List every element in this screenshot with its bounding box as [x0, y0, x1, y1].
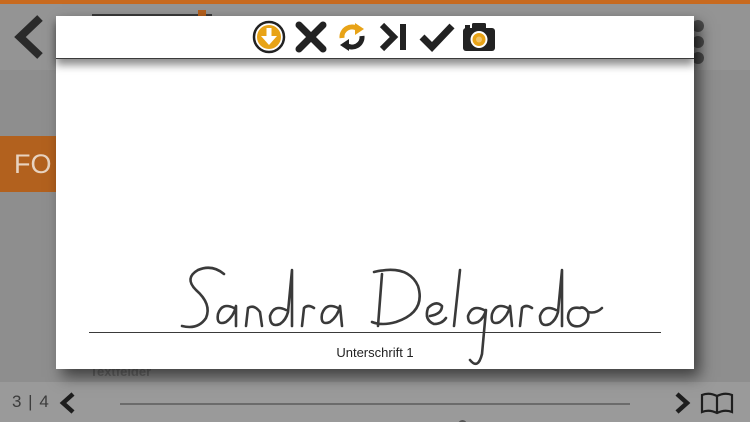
signature-toolbar	[56, 16, 694, 59]
overflow-menu-icon[interactable]	[692, 20, 706, 64]
download-icon	[252, 20, 286, 54]
checkmark-icon	[419, 23, 455, 53]
form-section-tab[interactable]: FO	[0, 136, 62, 192]
bottom-navigation-bar: 3 | 4	[0, 382, 750, 422]
book-view-button[interactable]	[700, 391, 734, 415]
skip-to-end-icon	[379, 22, 406, 52]
chevron-right-icon	[675, 392, 691, 414]
previous-page-button[interactable]	[58, 391, 78, 415]
skip-to-end-button[interactable]	[377, 20, 413, 54]
refresh-button[interactable]	[334, 20, 370, 54]
next-page-button[interactable]	[672, 391, 692, 415]
refresh-icon	[339, 23, 365, 51]
back-button[interactable]	[10, 14, 50, 60]
camera-button[interactable]	[461, 20, 497, 54]
signature-pad[interactable]: Unterschrift 1	[56, 64, 694, 369]
handwritten-signature	[180, 266, 604, 366]
chevron-left-icon	[14, 15, 43, 59]
page-slider[interactable]	[120, 403, 630, 422]
signature-line	[89, 332, 661, 333]
form-section-tab-label: FO	[14, 149, 52, 179]
chevron-left-icon	[59, 392, 75, 414]
download-button[interactable]	[251, 20, 287, 54]
clear-signature-button[interactable]	[293, 20, 329, 54]
open-book-icon	[700, 392, 734, 415]
signature-dialog: Unterschrift 1	[56, 16, 694, 369]
close-icon	[295, 21, 327, 53]
confirm-button[interactable]	[419, 20, 455, 54]
page-indicator: 3 | 4	[12, 392, 50, 411]
camera-icon	[463, 23, 495, 51]
signature-caption: Unterschrift 1	[336, 345, 414, 360]
